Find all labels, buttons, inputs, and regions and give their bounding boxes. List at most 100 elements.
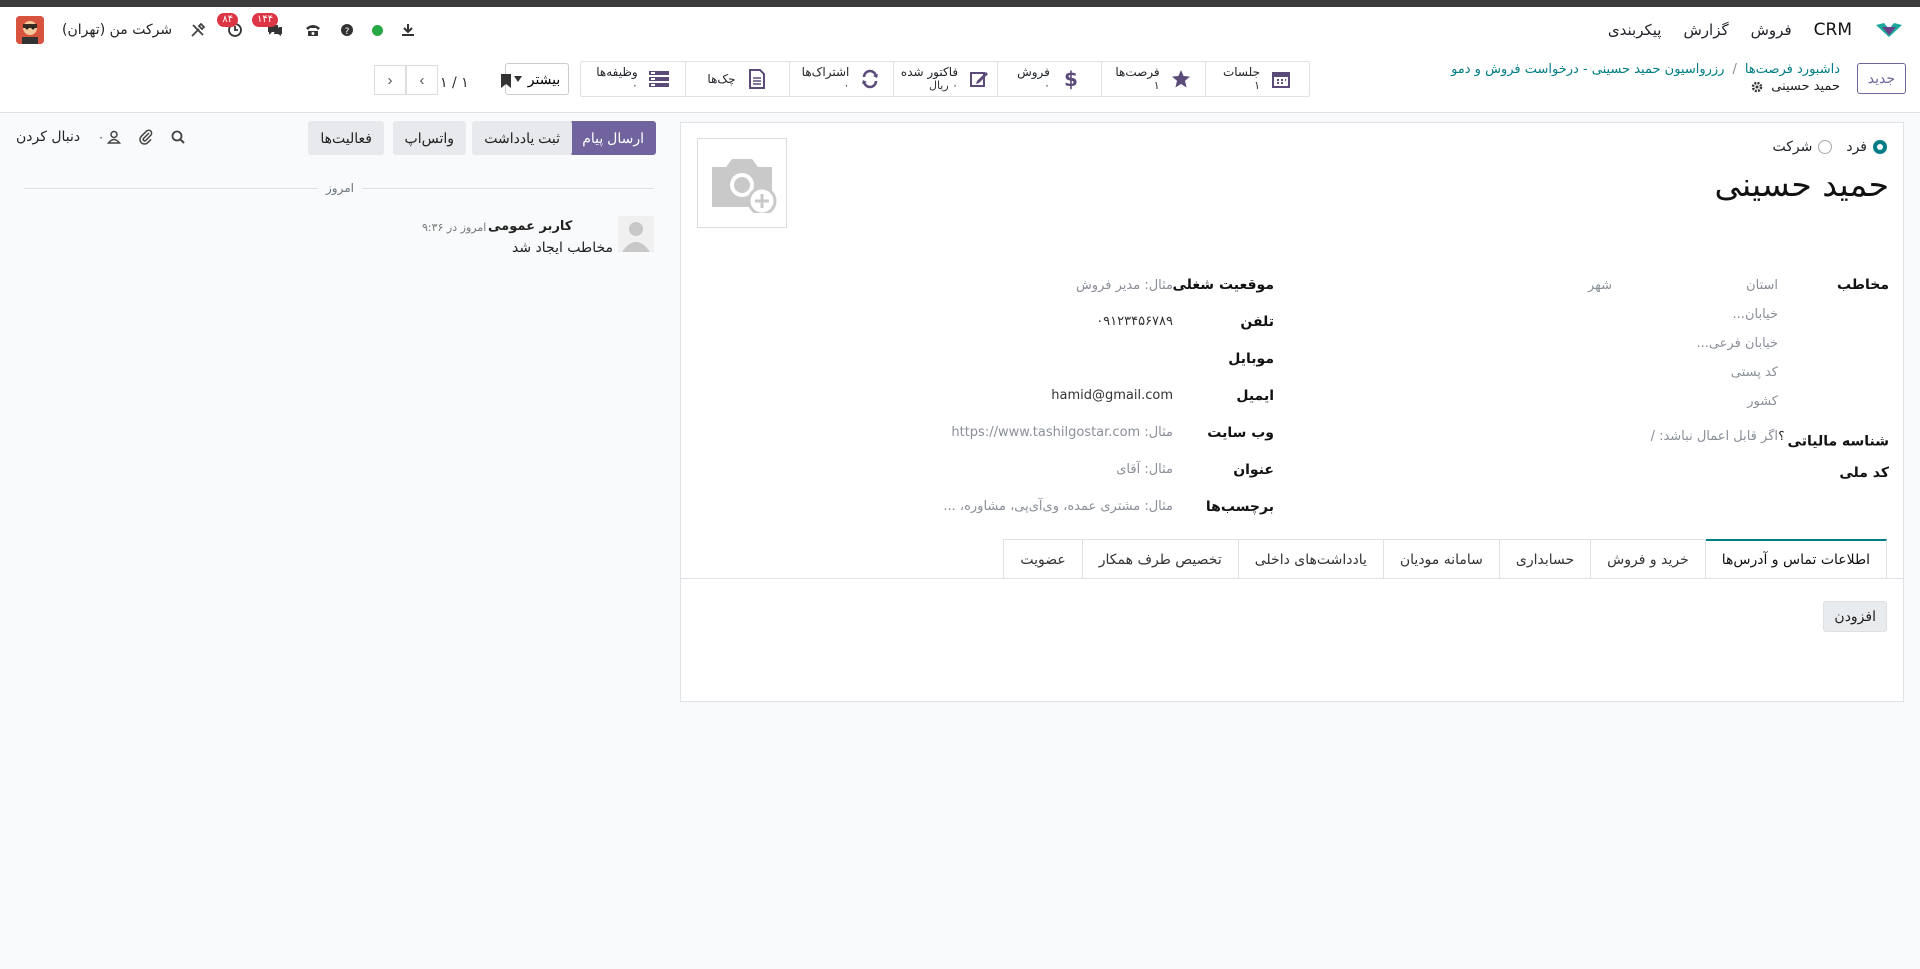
dollar-icon: $ [1060,68,1082,90]
stat-invoiced[interactable]: فاکتور شده ۰ ریال [893,62,997,96]
tax-id-label-text: شناسه مالیاتی [1787,433,1889,450]
bookmark-icon[interactable] [500,73,512,89]
stat-meetings-value: ۱ [1254,79,1261,92]
star-icon [1170,68,1192,90]
user-avatar[interactable] [16,16,44,44]
online-status-icon[interactable] [372,24,384,36]
city-input[interactable]: شهر [1588,278,1612,293]
street-input[interactable]: خیابان... [1733,307,1778,322]
pager-prev-button[interactable]: ‹ [374,65,406,95]
document-icon [746,68,768,90]
image-upload[interactable] [697,138,787,228]
whatsapp-button[interactable]: واتس‌اپ [392,121,466,155]
app-name[interactable]: CRM [1814,20,1852,40]
tasks-icon [648,68,670,90]
zip-input[interactable]: کد پستی [1731,365,1778,380]
tab-sales-purchase[interactable]: خرید و فروش [1590,539,1706,579]
phone-icon[interactable] [304,22,322,38]
chevron-right-icon: › [419,71,425,89]
more-button[interactable]: بیشتر [505,63,569,95]
menu-sales[interactable]: فروش [1751,21,1792,39]
stat-subscriptions[interactable]: اشتراک‌ها ۰ [789,62,893,96]
pager-next-button[interactable]: › [406,65,438,95]
radio-company[interactable]: شرکت [1772,139,1833,155]
stat-sales-value: ۰ [1043,79,1050,92]
national-code-label: کد ملی [1839,465,1889,481]
followers-button[interactable]: ۰ [98,130,122,144]
follow-button[interactable]: دنبال کردن [16,129,80,145]
radio-person[interactable]: فرد [1846,139,1887,155]
stat-sales[interactable]: $ فروش ۰ [997,62,1101,96]
pager-buttons: › ‹ [374,65,438,95]
add-contact-button[interactable]: افزودن [1823,601,1887,632]
tab-contacts-addresses[interactable]: اطلاعات تماس و آدرس‌ها [1704,539,1887,579]
chat-icon[interactable]: ۱۴۴ [251,13,286,41]
pager-value[interactable]: ۱ / ۱ [440,75,469,91]
download-icon[interactable] [401,23,415,37]
tab-partner-assignment[interactable]: تخصیص طرف همکار [1081,539,1239,579]
chat-badge: ۱۴۴ [251,13,279,27]
state-input[interactable]: استان [1746,278,1778,293]
activity-clock-icon[interactable]: ۸۴ [217,13,246,41]
tab-internal-notes[interactable]: یادداشت‌های داخلی [1237,539,1384,579]
tab-taxpayers-system[interactable]: سامانه مودیان [1382,539,1500,579]
paperclip-icon[interactable] [139,129,153,145]
job-position-input[interactable]: مثال: مدیر فروش [1076,278,1173,293]
radio-unchecked-icon [1818,140,1833,154]
partner-name-input[interactable]: حمید حسینی [1714,165,1889,204]
tags-input[interactable]: مثال: مشتری عمده، وی‌آی‌پی، مشاوره، ... [943,499,1173,514]
help-icon[interactable]: ? [340,23,354,37]
stat-tasks[interactable]: وظیفه‌ها ۰ [581,62,685,96]
stat-invoiced-value: ۰ ریال [928,79,959,92]
crm-logo-icon[interactable] [1874,21,1904,39]
main-navbar: CRM فروش گزارش پیکربندی شرکت من (تهران) … [0,7,1920,53]
refresh-icon [859,68,881,90]
address-label: مخاطب [1836,277,1889,293]
website-input[interactable]: مثال: https://www.tashilgostar.com [951,425,1173,440]
phone-label: تلفن [1240,314,1274,330]
street2-input[interactable]: خیابان فرعی... [1696,336,1778,351]
log-note-button[interactable]: ثبت یادداشت [472,121,572,155]
systray: شرکت من (تهران) ۸۴ ۱۴۴ ? [16,13,415,44]
followers-count: ۰ [98,130,105,144]
title-input[interactable]: مثال: آقای [1116,462,1173,477]
gear-icon[interactable] [1751,81,1763,93]
breadcrumb-dashboard[interactable]: داشبورد فرصت‌ها [1745,62,1840,77]
menu-reports[interactable]: گزارش [1683,21,1728,39]
tab-divider [681,578,1903,579]
tab-membership[interactable]: عضویت [1003,539,1083,579]
svg-text:$: $ [1064,68,1078,90]
company-switcher[interactable]: شرکت من (تهران) [62,22,172,38]
tax-id-input[interactable]: اگر قابل اعمال نباشد: / [1651,429,1778,444]
stat-tasks-label: وظیفه‌ها [596,65,638,79]
stat-sales-label: فروش [1017,65,1050,79]
stat-opportunities[interactable]: فرصت‌ها ۱ [1101,62,1205,96]
stat-opportunities-value: ۱ [1153,79,1160,92]
country-input[interactable]: کشور [1747,394,1778,409]
stat-checks[interactable]: چک‌ها [685,62,789,96]
stat-subscriptions-label: اشتراک‌ها [801,65,850,79]
activities-button[interactable]: فعالیت‌ها [308,121,384,155]
control-panel: جدید داشبورد فرصت‌ها / رزرواسیون حمید حسین… [0,53,1920,113]
stat-tasks-value: ۰ [631,79,638,92]
tab-accounting[interactable]: حسابداری [1498,539,1592,579]
message-author[interactable]: کاربر عمومی [488,219,572,234]
stat-checks-label: چک‌ها [707,71,736,86]
tools-icon[interactable] [190,22,206,38]
svg-text:?: ? [345,27,350,37]
breadcrumb-separator: / [1732,62,1737,77]
camera-add-icon [706,153,778,213]
radio-checked-icon [1873,140,1887,154]
menu-config[interactable]: پیکربندی [1608,21,1662,39]
phone-input[interactable]: ۰۹۱۲۳۴۵۶۷۸۹ [1096,314,1173,329]
search-icon[interactable] [171,130,185,144]
send-message-button[interactable]: ارسال پیام [570,121,656,155]
help-tooltip-icon[interactable]: ؟ [1778,429,1784,443]
new-button[interactable]: جدید [1856,63,1906,94]
user-icon [107,130,122,144]
stat-meetings[interactable]: جلسات ۱ [1205,62,1309,96]
email-input[interactable]: hamid@gmail.com [1051,388,1173,403]
breadcrumb-lead[interactable]: رزرواسیون حمید حسینی - درخواست فروش و دم… [1451,62,1724,77]
author-avatar[interactable] [618,216,654,252]
stat-subscriptions-value: ۰ [843,79,850,92]
